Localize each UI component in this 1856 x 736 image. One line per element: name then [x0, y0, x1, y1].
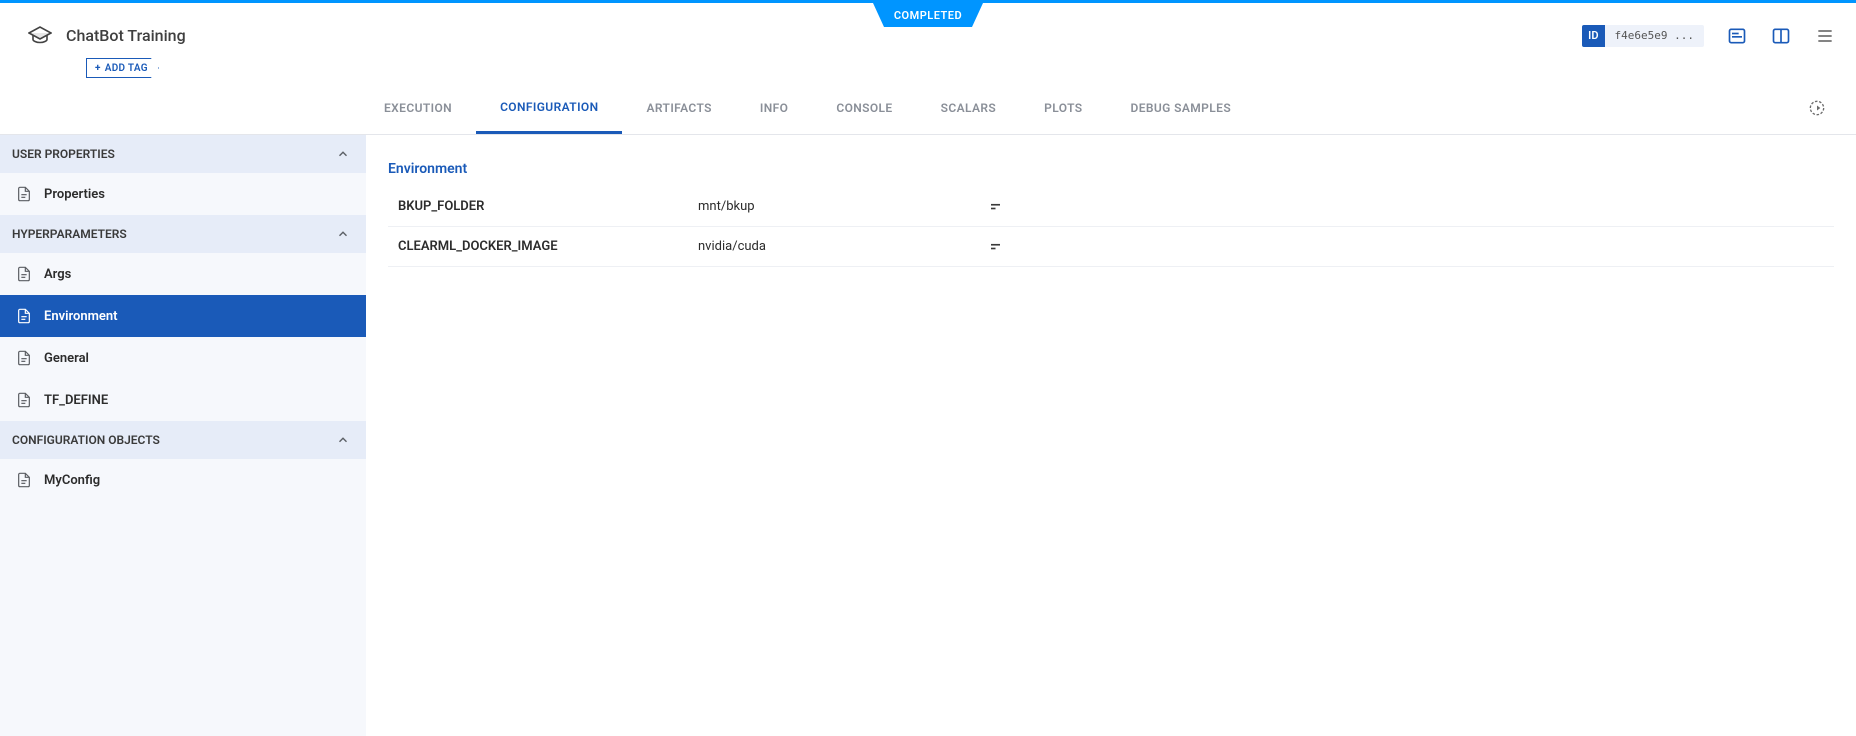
sort-icon[interactable] [988, 238, 1006, 256]
sort-icon[interactable] [988, 198, 1006, 216]
config-sidebar: USER PROPERTIES Properties HYPERPARAMETE… [0, 135, 366, 736]
sidebar-item-tf-define[interactable]: TF_DEFINE [0, 379, 366, 421]
chevron-up-icon [336, 147, 350, 161]
main-panel: Environment BKUP_FOLDER mnt/bkup CLEARML… [366, 135, 1856, 736]
task-title: ChatBot Training [66, 26, 186, 45]
file-icon [16, 392, 32, 408]
table-row: BKUP_FOLDER mnt/bkup [388, 187, 1834, 227]
tab-debug-samples[interactable]: DEBUG SAMPLES [1107, 82, 1256, 134]
section-label: HYPERPARAMETERS [12, 227, 127, 241]
sidebar-item-properties[interactable]: Properties [0, 173, 366, 215]
section-header-hyperparameters[interactable]: HYPERPARAMETERS [0, 215, 366, 253]
tab-console[interactable]: CONSOLE [812, 82, 916, 134]
panel-layout-icon[interactable] [1770, 25, 1792, 47]
sidebar-item-label: General [44, 351, 89, 366]
sidebar-item-environment[interactable]: Environment [0, 295, 366, 337]
tab-artifacts[interactable]: ARTIFACTS [622, 82, 735, 134]
param-key: CLEARML_DOCKER_IMAGE [388, 239, 698, 254]
task-id-chip[interactable]: ID f4e6e5e9 ... [1582, 25, 1704, 47]
tab-info[interactable]: INFO [736, 82, 812, 134]
file-icon [16, 350, 32, 366]
add-tag-button[interactable]: + ADD TAG [86, 58, 159, 78]
param-value: mnt/bkup [698, 199, 988, 214]
sidebar-item-label: Args [44, 267, 71, 282]
plus-icon: + [95, 63, 101, 74]
section-label: CONFIGURATION OBJECTS [12, 433, 160, 447]
status-badge: COMPLETED [873, 3, 983, 27]
tab-configuration[interactable]: CONFIGURATION [476, 82, 622, 134]
tab-plots[interactable]: PLOTS [1020, 82, 1106, 134]
panel-title: Environment [388, 161, 1834, 177]
param-key: BKUP_FOLDER [388, 199, 698, 214]
section-header-user-properties[interactable]: USER PROPERTIES [0, 135, 366, 173]
file-icon [16, 186, 32, 202]
tab-execution[interactable]: EXECUTION [360, 82, 476, 134]
chevron-up-icon [336, 227, 350, 241]
tag-row: + ADD TAG [0, 58, 1856, 83]
add-tag-label: ADD TAG [105, 63, 148, 74]
task-type-icon [28, 24, 52, 48]
file-icon [16, 308, 32, 324]
id-value: f4e6e5e9 ... [1605, 29, 1704, 42]
refresh-icon[interactable] [1806, 97, 1828, 119]
section-header-config-objects[interactable]: CONFIGURATION OBJECTS [0, 421, 366, 459]
param-value: nvidia/cuda [698, 239, 988, 254]
sidebar-item-label: Environment [44, 309, 118, 324]
sidebar-item-label: MyConfig [44, 473, 100, 488]
section-label: USER PROPERTIES [12, 147, 115, 161]
sidebar-item-myconfig[interactable]: MyConfig [0, 459, 366, 501]
file-icon [16, 266, 32, 282]
sidebar-item-label: TF_DEFINE [44, 393, 108, 408]
file-icon [16, 472, 32, 488]
sidebar-item-general[interactable]: General [0, 337, 366, 379]
tab-scalars[interactable]: SCALARS [917, 82, 1021, 134]
id-badge-label: ID [1582, 25, 1604, 47]
chevron-up-icon [336, 433, 350, 447]
tabs: EXECUTION CONFIGURATION ARTIFACTS INFO C… [0, 83, 1856, 135]
hamburger-menu-icon[interactable] [1814, 25, 1836, 47]
table-row: CLEARML_DOCKER_IMAGE nvidia/cuda [388, 227, 1834, 267]
sidebar-item-label: Properties [44, 187, 105, 202]
sidebar-item-args[interactable]: Args [0, 253, 366, 295]
view-details-icon[interactable] [1726, 25, 1748, 47]
